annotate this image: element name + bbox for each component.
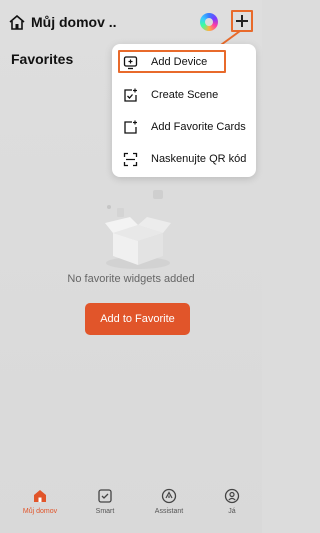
empty-state-message: No favorite widgets added xyxy=(67,273,195,285)
add-menu-popup: Add Device Create Scene Add Favorite Car… xyxy=(112,44,256,177)
tab-label: Smart xyxy=(95,508,115,515)
menu-item-add-favorite-cards[interactable]: Add Favorite Cards xyxy=(112,112,256,144)
tab-profile[interactable]: Já xyxy=(202,478,262,528)
favorites-title: Favorites xyxy=(11,51,74,67)
menu-item-label: Add Favorite Cards xyxy=(151,121,246,133)
menu-item-create-scene[interactable]: Create Scene xyxy=(112,80,256,112)
tab-home[interactable]: Můj domov xyxy=(10,478,70,528)
scan-qr-icon xyxy=(123,152,138,167)
profile-tab-icon xyxy=(224,488,240,504)
tab-smart[interactable]: Smart xyxy=(75,478,135,528)
tab-assistant[interactable]: Assistant xyxy=(139,478,199,528)
menu-item-label: Naskenujte QR kód xyxy=(151,153,247,165)
menu-item-label: Add Device xyxy=(151,56,208,68)
bottom-tab-bar: Můj domov Smart Assistant Já xyxy=(0,478,262,533)
app-screen: Můj domov .. Favorites Add Device Create… xyxy=(0,0,262,533)
empty-box-illustration xyxy=(105,190,171,269)
menu-item-scan-qr[interactable]: Naskenujte QR kód xyxy=(112,144,256,176)
home-tab-icon xyxy=(34,490,46,502)
tab-label: Assistant xyxy=(154,508,184,515)
menu-item-label: Create Scene xyxy=(151,89,219,101)
add-device-icon xyxy=(123,56,138,70)
add-to-favorite-button[interactable]: Add to Favorite xyxy=(85,303,190,335)
home-selector[interactable]: Můj domov .. xyxy=(31,14,117,30)
tab-label: Já xyxy=(228,508,236,515)
tab-label: Můj domov xyxy=(22,508,58,515)
create-scene-icon xyxy=(124,88,137,102)
menu-item-add-device[interactable]: Add Device xyxy=(118,50,226,73)
add-card-icon xyxy=(124,120,137,134)
assistant-tab-icon xyxy=(161,488,177,504)
home-icon xyxy=(9,15,25,30)
smart-tab-icon xyxy=(98,489,112,503)
